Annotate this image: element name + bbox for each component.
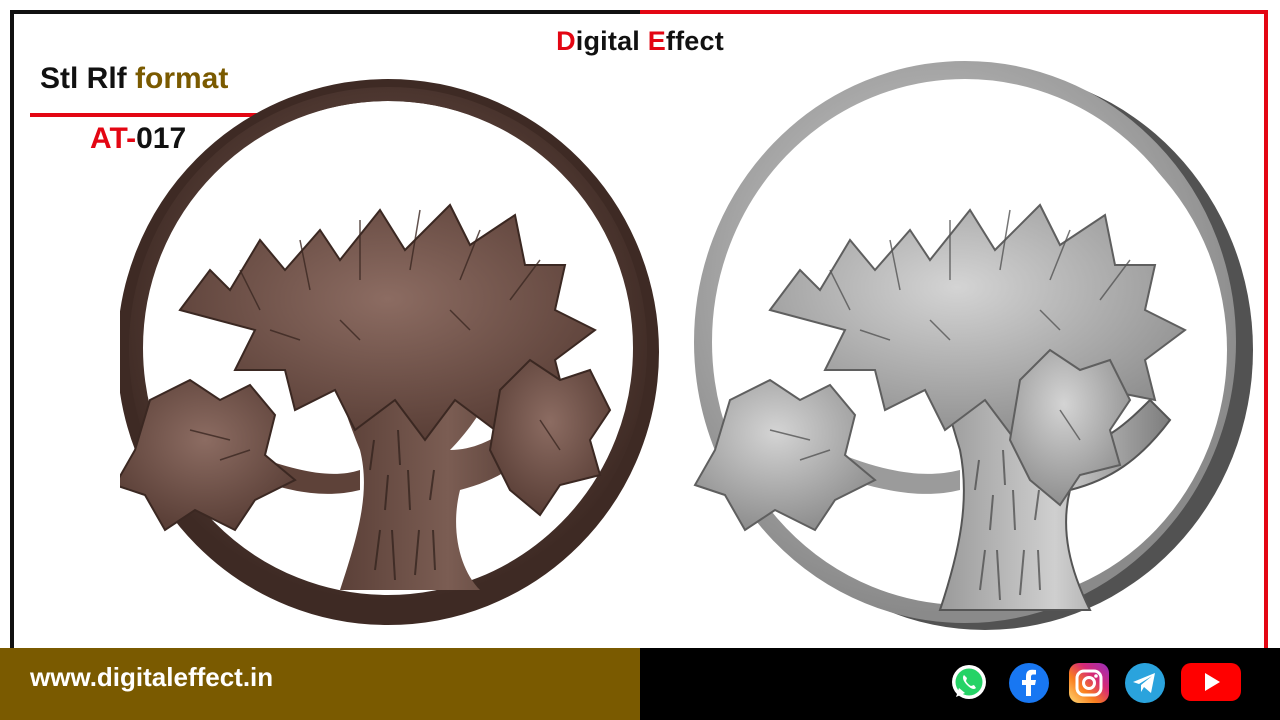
youtube-icon[interactable] bbox=[1180, 662, 1242, 702]
whatsapp-icon[interactable] bbox=[949, 662, 989, 702]
telegram-icon[interactable] bbox=[1124, 662, 1166, 703]
frame-border-top-right bbox=[640, 10, 1268, 14]
instagram-icon[interactable] bbox=[1068, 662, 1110, 703]
tree-medallion-brown-image bbox=[113, 70, 680, 630]
website-link[interactable]: www.digitaleffect.in bbox=[30, 662, 273, 693]
facebook-icon[interactable] bbox=[1008, 662, 1050, 703]
tree-medallion-grey-image bbox=[680, 50, 1260, 640]
frame-border-right bbox=[1264, 10, 1268, 650]
frame-border-top-left bbox=[10, 10, 640, 14]
frame-border-left bbox=[10, 10, 14, 650]
